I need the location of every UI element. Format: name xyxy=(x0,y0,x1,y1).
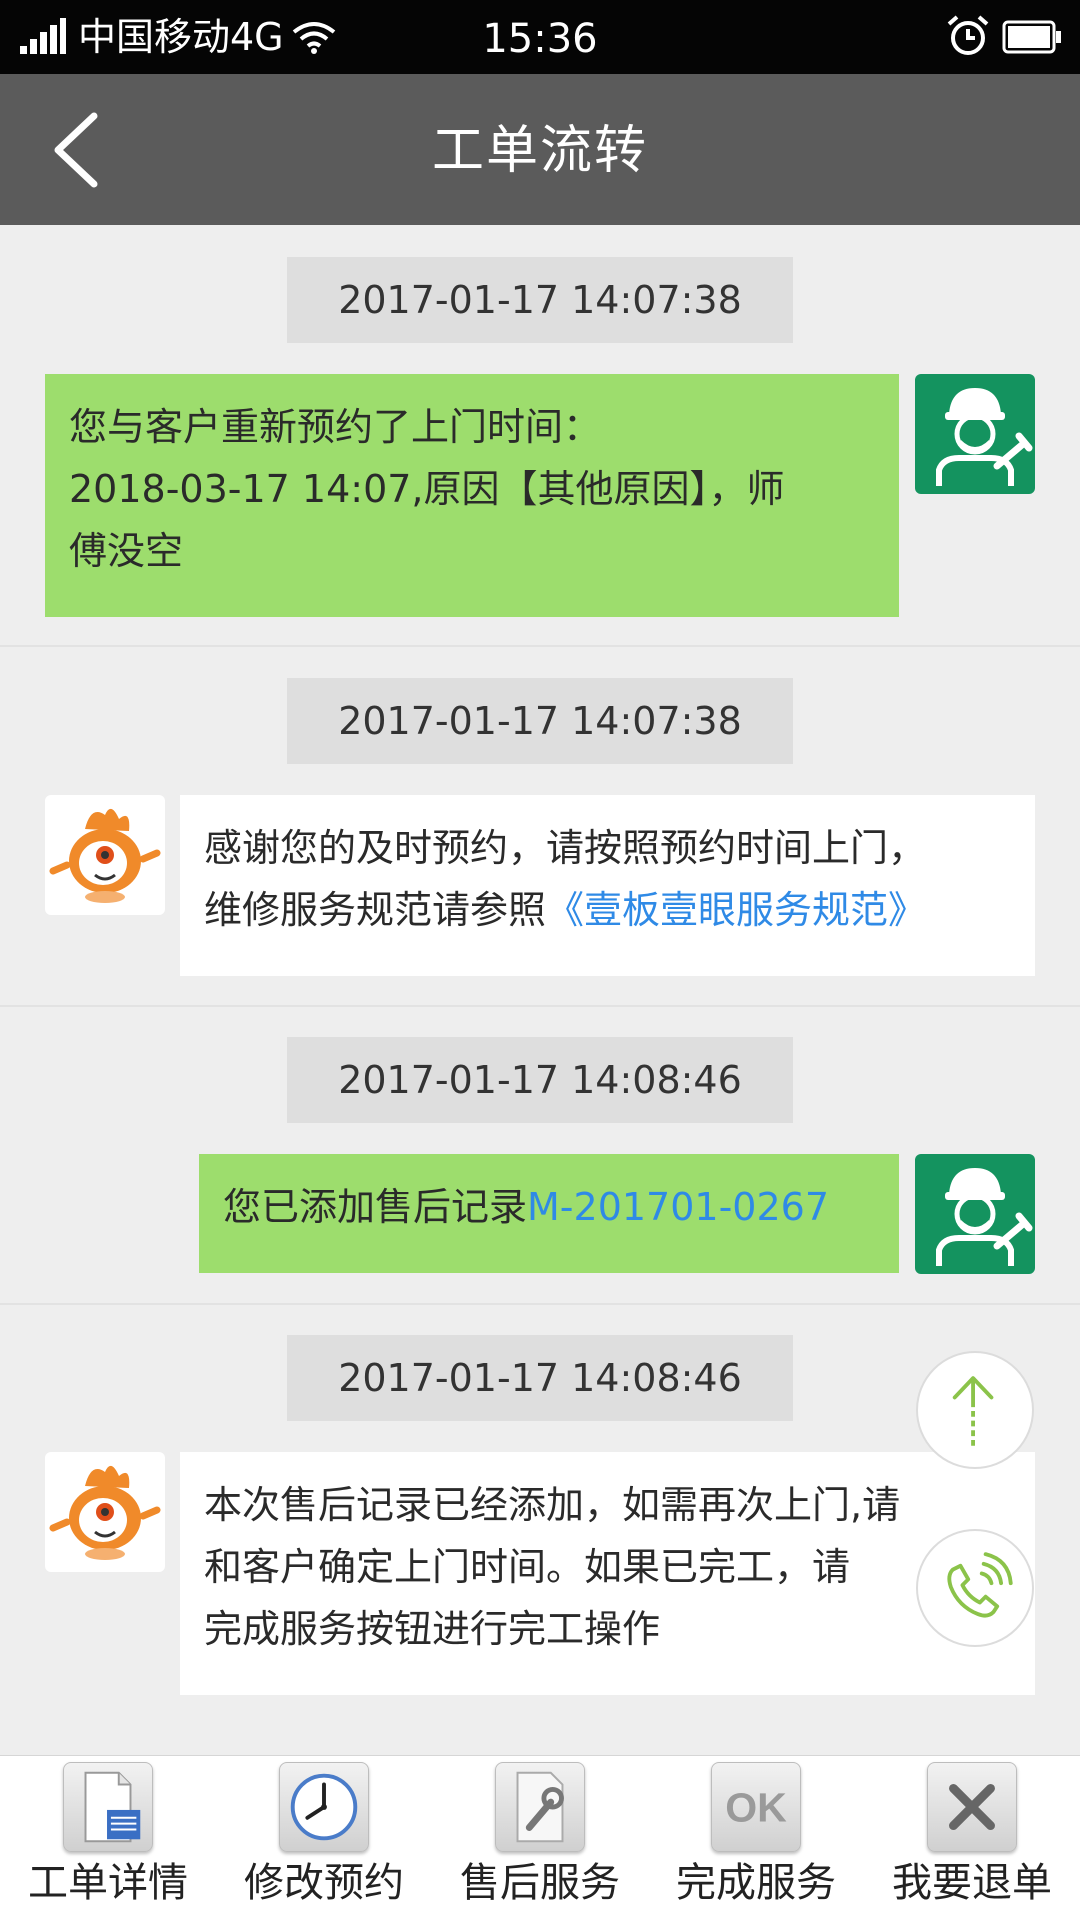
message-timestamp: 2017-01-17 14:08:46 xyxy=(287,1335,793,1421)
message-text: 您已添加售后记录 xyxy=(223,1185,528,1229)
sent-message-bubble: 您与客户重新预约了上门时间： 2018-03-17 14:07,原因【其他原因】… xyxy=(45,374,899,617)
scroll-to-top-button[interactable] xyxy=(916,1351,1034,1469)
message-timestamp: 2017-01-17 14:07:38 xyxy=(287,257,793,343)
status-bar: 中国移动4G 15:36 xyxy=(0,0,1080,74)
close-icon xyxy=(927,1762,1017,1852)
clock-time: 15:36 xyxy=(482,16,598,62)
message-timestamp: 2017-01-17 14:07:38 xyxy=(287,678,793,764)
page-title: 工单流转 xyxy=(431,121,648,181)
message-text: 维修服务规范请参照 xyxy=(204,888,547,932)
ok-icon-text: OK xyxy=(725,1785,787,1831)
ok-icon: OK xyxy=(711,1762,801,1852)
sent-message-bubble: 您已添加售后记录M-201701-0267 xyxy=(199,1154,899,1273)
tab-modify-appointment[interactable]: 修改预约 xyxy=(216,1756,432,1920)
message-text-line: 和客户确定上门时间。如果已完工，请 xyxy=(204,1545,851,1589)
message-text-line: 2018-03-17 14:07,原因【其他原因】，师 xyxy=(69,467,785,511)
mascot-avatar-icon xyxy=(45,1452,165,1572)
nav-bar: 工单流转 xyxy=(0,74,1080,225)
tab-after-sales-service[interactable]: 售后服务 xyxy=(432,1756,648,1920)
technician-avatar-icon xyxy=(915,374,1035,494)
message-text-line: 傅没空 xyxy=(69,529,184,573)
alarm-icon xyxy=(947,15,989,55)
bottom-action-bar: 工单详情 修改预约 售后服务 OK 完成服务 我要退单 xyxy=(0,1755,1080,1920)
phone-icon xyxy=(947,1552,1013,1618)
message-text-line: 感谢您的及时预约，请按照预约时间上门， xyxy=(204,826,927,870)
mascot-avatar-icon xyxy=(45,795,165,915)
document-icon xyxy=(63,1762,153,1852)
tab-cancel-order[interactable]: 我要退单 xyxy=(864,1756,1080,1920)
tab-complete-service[interactable]: OK 完成服务 xyxy=(648,1756,864,1920)
clock-icon xyxy=(279,1762,369,1852)
received-message-bubble: 感谢您的及时预约，请按照预约时间上门， 维修服务规范请参照《壹板壹眼服务规范》 xyxy=(180,795,1035,976)
technician-avatar-icon xyxy=(915,1154,1035,1274)
received-message-bubble: 本次售后记录已经添加，如需再次上门,请 和客户确定上门时间。如果已完工，请 完成… xyxy=(180,1452,1035,1695)
message-text-line: 本次售后记录已经添加，如需再次上门,请 xyxy=(204,1483,901,1527)
message-feed[interactable]: 2017-01-17 14:07:38 您与客户重新预约了上门时间： 2018-… xyxy=(0,225,1080,1755)
service-guide-link[interactable]: 《壹板壹眼服务规范》 xyxy=(546,888,926,932)
tab-label: 工单详情 xyxy=(28,1860,188,1906)
tab-label: 修改预约 xyxy=(244,1860,404,1906)
arrow-up-icon xyxy=(952,1376,994,1446)
tab-order-details[interactable]: 工单详情 xyxy=(0,1756,216,1920)
message-text-line: 维修服务规范请参照《壹板壹眼服务规范》 xyxy=(204,879,1011,941)
wrench-icon xyxy=(495,1762,585,1852)
tab-label: 完成服务 xyxy=(676,1860,836,1906)
divider xyxy=(0,645,1080,647)
message-text-line: 您与客户重新预约了上门时间： xyxy=(69,405,602,449)
message-text-line: 完成服务按钮进行完工操作 xyxy=(204,1607,661,1651)
message-timestamp: 2017-01-17 14:08:46 xyxy=(287,1037,793,1123)
after-sales-record-link[interactable]: M-201701-0267 xyxy=(527,1185,829,1229)
message-text-line: 您已添加售后记录M-201701-0267 xyxy=(223,1176,875,1238)
tab-label: 售后服务 xyxy=(460,1860,620,1906)
call-customer-button[interactable] xyxy=(916,1529,1034,1647)
tab-label: 我要退单 xyxy=(892,1860,1052,1906)
divider xyxy=(0,1303,1080,1305)
battery-icon xyxy=(1002,20,1061,54)
divider xyxy=(0,1005,1080,1007)
